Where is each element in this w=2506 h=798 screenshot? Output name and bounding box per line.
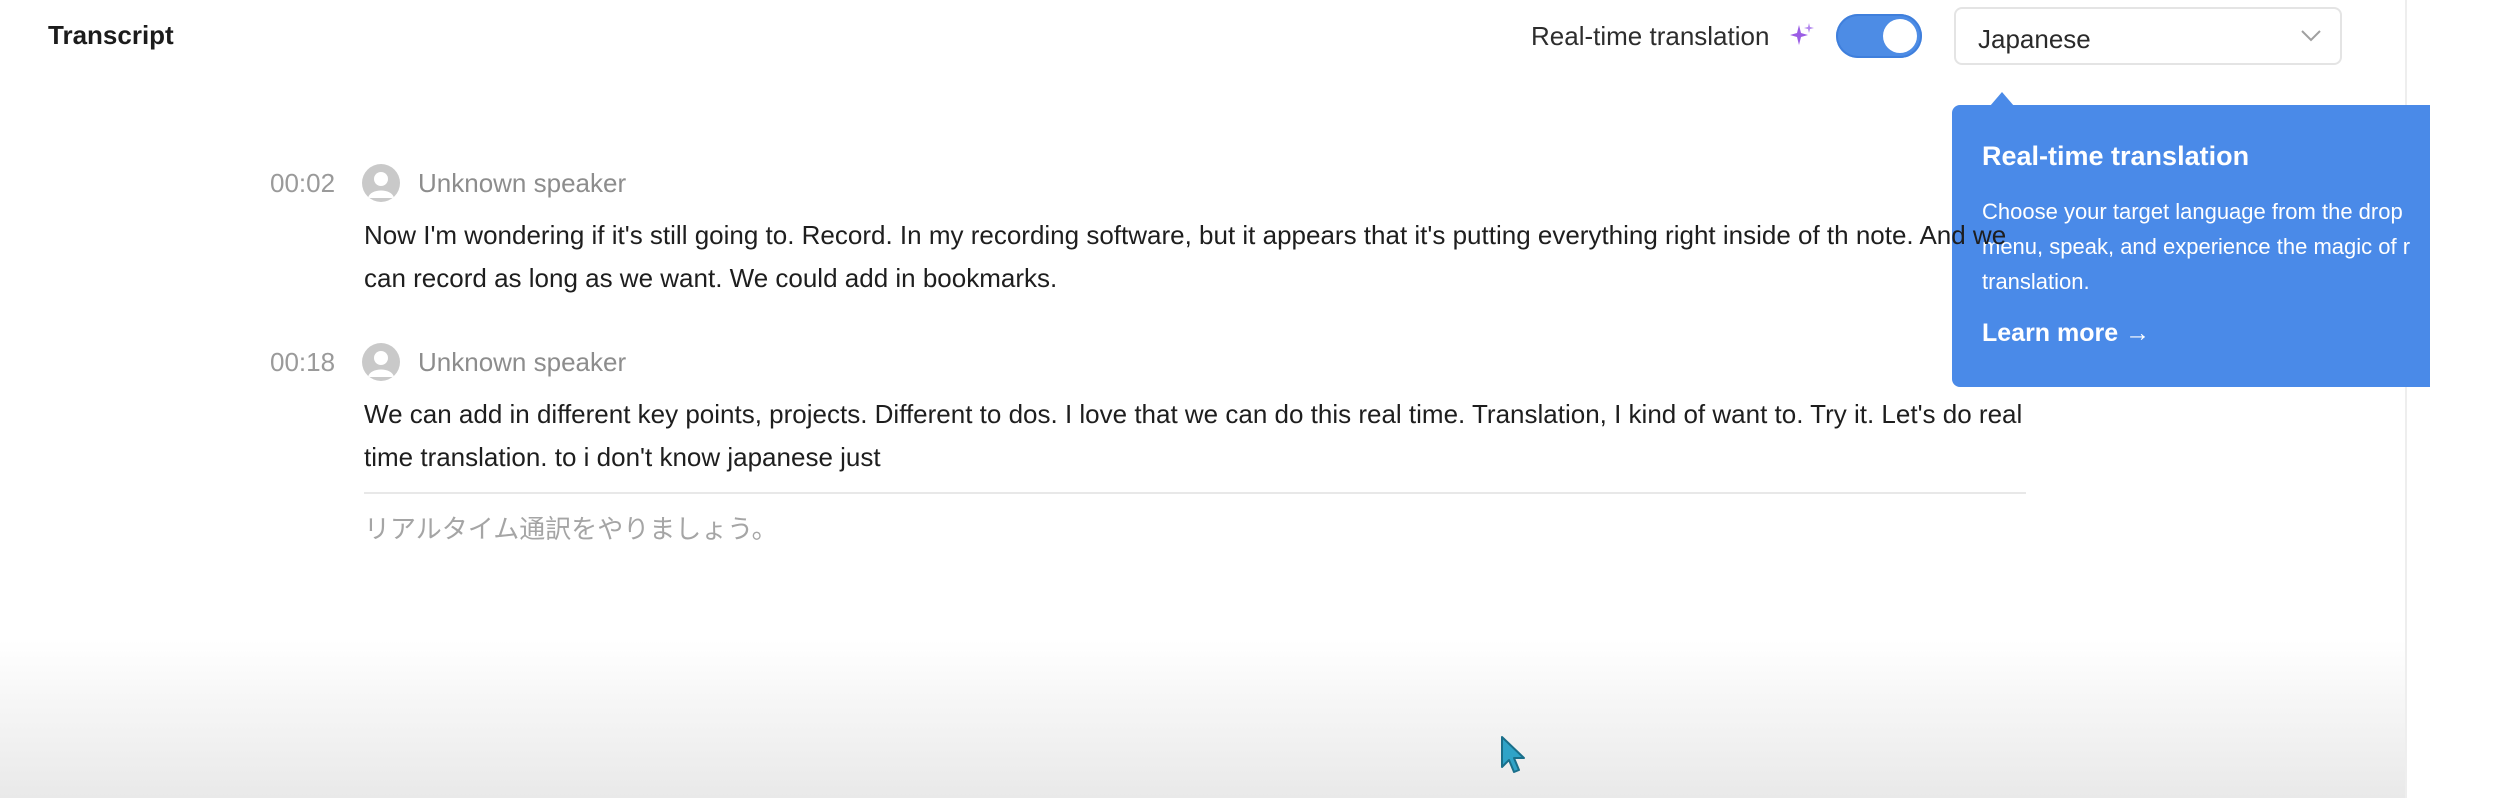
tooltip-body-line: Choose your target language from the dro… [1982,199,2403,224]
tooltip-title: Real-time translation [1982,141,2250,171]
tooltip-body-line: menu, speak, and experience the magic of… [1982,234,2411,259]
language-select[interactable]: Japanese [1954,7,2342,65]
segment-text: Now I'm wondering if it's still going to… [364,220,2007,293]
sparkle-icon [1790,23,1814,45]
tooltip-body: Choose your target language from the dro… [1982,194,2430,299]
transcript-view: Transcript Real-time translation Japanes… [0,0,2506,798]
divider [364,492,2026,494]
learn-more-link[interactable]: Learn more → [1982,319,2150,348]
chevron-down-icon [2301,30,2321,42]
side-panel-edge [2430,95,2506,395]
speaker-name[interactable]: Unknown speaker [418,347,626,378]
toggle-knob [1883,19,1917,53]
segment-text: We can add in different key points, proj… [364,399,2023,472]
segment-timestamp[interactable]: 00:02 [270,168,335,199]
page-title: Transcript [48,20,174,50]
user-icon [368,172,394,198]
realtime-translation-label: Real-time translation [1531,21,1770,51]
tooltip-arrow [1990,92,2014,106]
avatar [362,343,400,381]
realtime-translation-toggle[interactable] [1836,14,1922,58]
mouse-cursor-icon [1501,736,1525,773]
user-icon [368,351,394,377]
language-select-value: Japanese [1978,24,2091,54]
tooltip-body-line: translation. [1982,269,2090,294]
speaker-name[interactable]: Unknown speaker [418,168,626,199]
live-translation-text: リアルタイム通訳をやりましょう。 [364,515,778,545]
segment-timestamp[interactable]: 00:18 [270,347,335,378]
avatar [362,164,400,202]
